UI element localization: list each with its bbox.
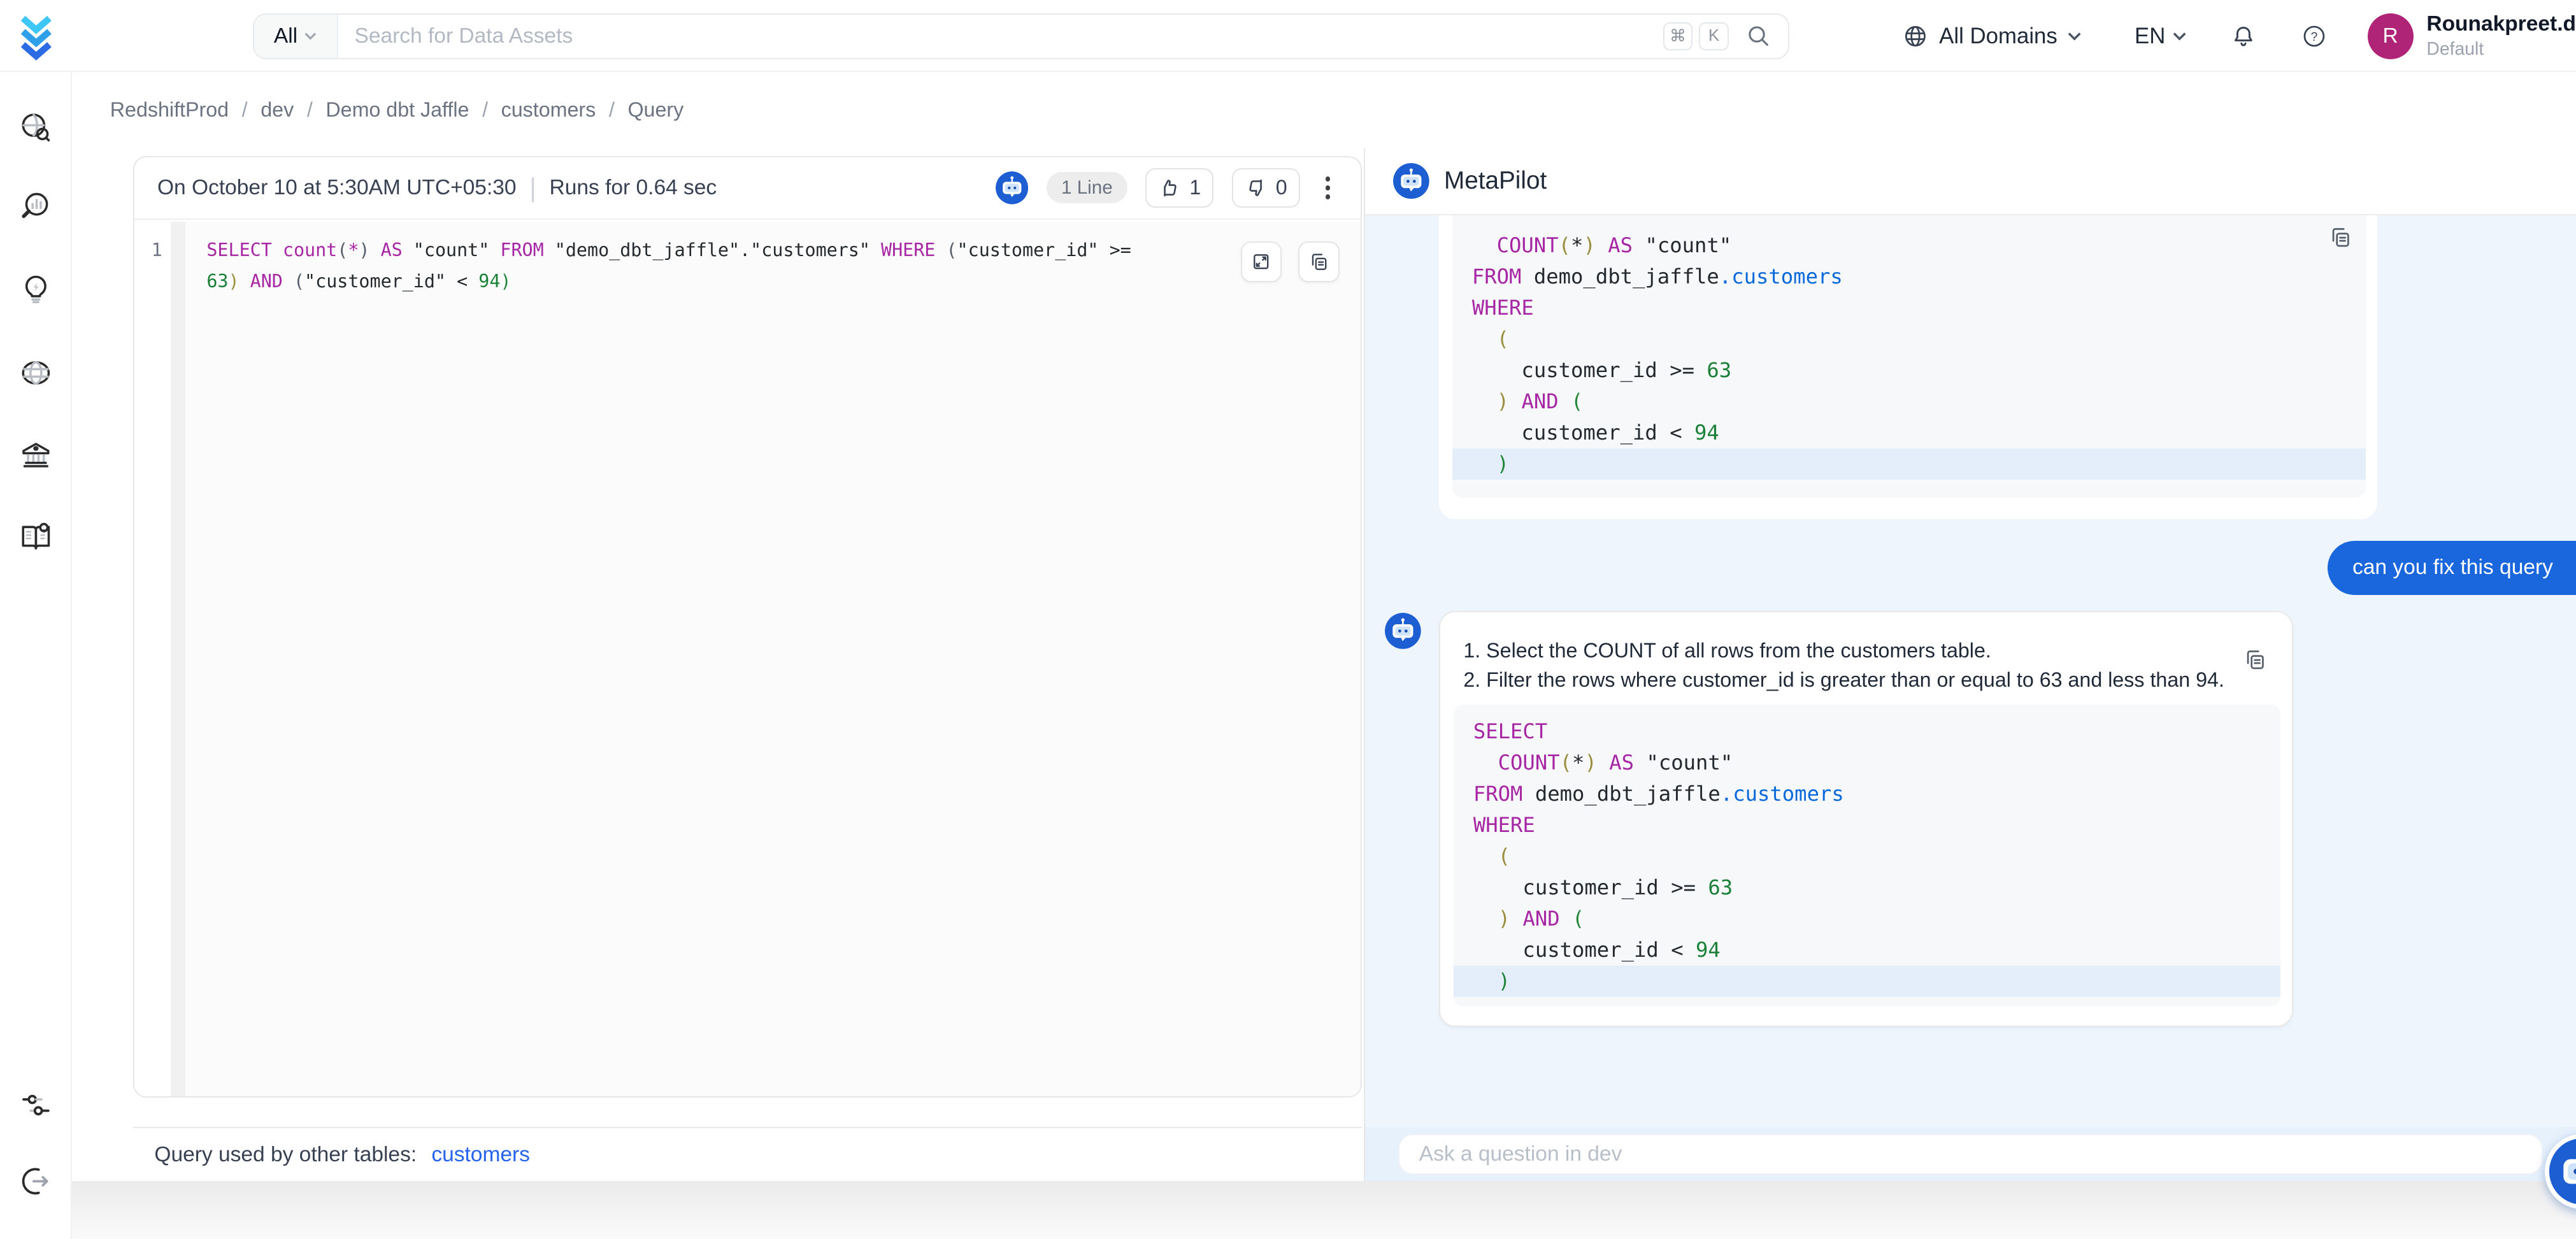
- thumbs-down-icon: [1245, 176, 1268, 199]
- copy-code-icon[interactable]: [2243, 647, 2268, 672]
- governance-bank-icon[interactable]: [18, 437, 54, 473]
- search-icon[interactable]: [1745, 23, 1771, 49]
- chat-message-list[interactable]: COUNT(*) AS "count"FROM demo_dbt_jaffle.…: [1365, 215, 2576, 1127]
- assistant-message-2: 1. Select the COUNT of all rows from the…: [1439, 611, 2293, 1027]
- assistant-code-block-1: COUNT(*) AS "count"FROM demo_dbt_jaffle.…: [1452, 215, 2366, 498]
- metapilot-bot-icon[interactable]: [996, 171, 1029, 204]
- query-usage-footer: Query used by other tables: customers: [133, 1127, 1362, 1181]
- search-input[interactable]: [338, 24, 1663, 48]
- query-runtime: Runs for 0.64 sec: [550, 176, 717, 200]
- app-window: All ⌘ K All Domains EN: [0, 0, 2576, 1239]
- user-workspace: Default: [2426, 39, 2576, 59]
- insights-search-icon[interactable]: [18, 189, 54, 226]
- glossary-book-icon[interactable]: [18, 519, 54, 555]
- top-bar: All ⌘ K All Domains EN: [0, 0, 2576, 72]
- domains-label: All Domains: [1939, 24, 2057, 49]
- query-card-header: On October 10 at 5:30AM UTC+05:30 | Runs…: [134, 157, 1361, 220]
- editor-line-number: 1: [134, 222, 171, 1096]
- atlan-logo-icon[interactable]: [20, 13, 53, 61]
- expand-icon: [1250, 251, 1272, 273]
- chevron-down-icon: [304, 32, 317, 40]
- k-keycap: K: [1699, 22, 1728, 50]
- discover-assets-icon[interactable]: [18, 110, 54, 147]
- lightbulb-bolt-icon[interactable]: [18, 271, 54, 308]
- breadcrumb-schema[interactable]: Demo dbt Jaffle: [326, 98, 469, 122]
- query-timestamp: On October 10 at 5:30AM UTC+05:30: [157, 176, 517, 200]
- svg-text:?: ?: [2310, 31, 2317, 44]
- sql-editor[interactable]: 1 SELECT count(*) AS "count" FROM "demo_…: [134, 222, 1361, 1096]
- preferences-sliders-icon[interactable]: [18, 1087, 54, 1124]
- query-card: On October 10 at 5:30AM UTC+05:30 | Runs…: [133, 156, 1362, 1098]
- domains-dropdown[interactable]: All Domains: [1901, 22, 2082, 50]
- chat-input-bar: [1365, 1127, 2576, 1181]
- logout-icon[interactable]: [18, 1163, 54, 1200]
- assistant-steps: 1. Select the COUNT of all rows from the…: [1440, 612, 2292, 694]
- chat-question-input[interactable]: [1398, 1134, 2544, 1175]
- assistant-code-block-2: SELECT COUNT(*) AS "count"FROM demo_dbt_…: [1454, 705, 2280, 1007]
- query-panel: On October 10 at 5:30AM UTC+05:30 | Runs…: [72, 148, 1363, 1181]
- metapilot-message-avatar-icon: [1385, 613, 1421, 649]
- customers-table-link[interactable]: customers: [431, 1143, 530, 1167]
- breadcrumb-connection[interactable]: RedshiftProd: [110, 98, 229, 122]
- thumbs-up-icon: [1158, 176, 1181, 199]
- assistant-step-2: 2. Filter the rows where customer_id is …: [1463, 665, 2269, 694]
- main-content: On October 10 at 5:30AM UTC+05:30 | Runs…: [72, 148, 2576, 1181]
- global-search-bar[interactable]: All ⌘ K: [253, 13, 1789, 59]
- left-nav-sidebar: [0, 72, 72, 1238]
- expand-query-button[interactable]: [1241, 241, 1282, 282]
- downvote-count: 0: [1276, 176, 1287, 199]
- metapilot-title: MetaPilot: [1444, 167, 1547, 195]
- breadcrumb-current: Query: [627, 98, 683, 122]
- breadcrumb-table[interactable]: customers: [501, 98, 596, 122]
- user-message-bubble: can you fix this query: [2328, 541, 2576, 595]
- user-name: Rounakpreet.d: [2426, 13, 2576, 36]
- globe-grid-icon[interactable]: [18, 355, 54, 391]
- language-label: EN: [2135, 24, 2165, 49]
- upvote-count: 1: [1189, 176, 1201, 199]
- metapilot-panel: MetaPilot COUNT(*) AS "count"FROM demo_d…: [1365, 148, 2576, 1181]
- line-count-badge: 1 Line: [1047, 172, 1127, 203]
- assistant-message-1: COUNT(*) AS "count"FROM demo_dbt_jaffle.…: [1439, 215, 2377, 519]
- copy-code-icon[interactable]: [2328, 225, 2353, 250]
- chevron-down-icon: [2172, 31, 2187, 41]
- copy-icon: [1308, 251, 1330, 273]
- more-options-kebab-icon[interactable]: [1318, 171, 1338, 204]
- user-avatar[interactable]: R: [2368, 13, 2414, 59]
- cmd-keycap: ⌘: [1663, 22, 1692, 50]
- top-bar-right: All Domains EN ? R Rounakpreet.d Default: [1901, 0, 2576, 72]
- copy-query-button[interactable]: [1298, 241, 1339, 282]
- upvote-button[interactable]: 1: [1145, 168, 1213, 208]
- search-scope-label: All: [274, 24, 297, 48]
- search-scope-dropdown[interactable]: All: [254, 15, 338, 58]
- language-dropdown[interactable]: EN: [2135, 24, 2187, 49]
- user-menu[interactable]: R Rounakpreet.d Default: [2368, 13, 2576, 59]
- chevron-down-icon: [2067, 31, 2082, 41]
- usage-label: Query used by other tables:: [154, 1143, 417, 1167]
- editor-gutter-strip: [171, 222, 185, 1096]
- editor-sql-code: SELECT count(*) AS "count" FROM "demo_db…: [187, 234, 1232, 297]
- metapilot-avatar-icon: [1393, 163, 1429, 199]
- help-icon[interactable]: ?: [2300, 22, 2328, 50]
- globe-icon: [1901, 22, 1929, 50]
- assistant-step-1: 1. Select the COUNT of all rows from the…: [1463, 636, 2269, 665]
- metapilot-header: MetaPilot: [1365, 148, 2576, 215]
- page-bottom-band: [72, 1181, 2576, 1238]
- breadcrumb: RedshiftProd / dev / Demo dbt Jaffle / c…: [72, 72, 1363, 148]
- notifications-bell-icon[interactable]: [2229, 22, 2258, 51]
- downvote-button[interactable]: 0: [1232, 168, 1300, 208]
- breadcrumb-database[interactable]: dev: [261, 98, 294, 122]
